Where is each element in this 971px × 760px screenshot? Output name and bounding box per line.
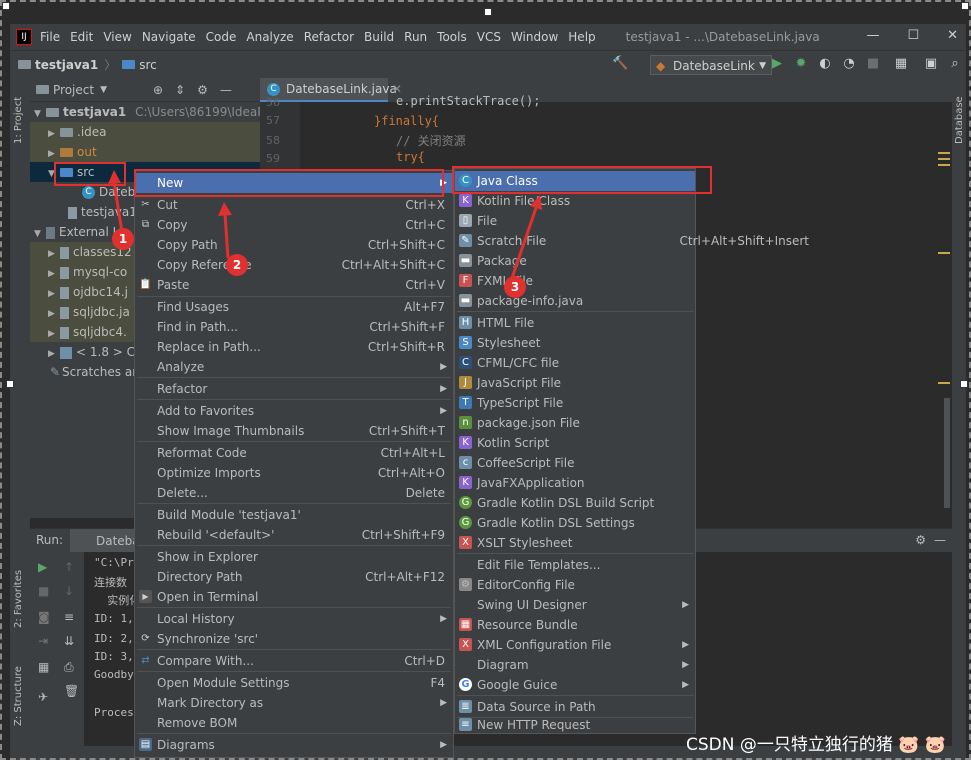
annotation-arrows — [108, 170, 542, 279]
resize-handle[interactable] — [961, 2, 969, 10]
annotation-arrow — [510, 207, 538, 279]
annotation-arrow — [112, 181, 124, 233]
resize-handle[interactable] — [960, 380, 968, 388]
annotation-arrow — [223, 213, 230, 259]
resize-handle[interactable] — [2, 2, 10, 10]
resize-handle[interactable] — [484, 8, 492, 16]
annotation-arrow-head — [530, 195, 542, 210]
step-badge-1: 1 — [112, 228, 134, 250]
annotation-arrow-head — [108, 170, 121, 184]
resize-handle[interactable] — [6, 380, 14, 388]
step-badge-2: 2 — [226, 254, 248, 276]
step-badge-3: 3 — [504, 276, 526, 298]
watermark: CSDN @一只特立独行的猪 🐷 🐷 — [686, 735, 947, 755]
annotation-arrow-head — [218, 202, 232, 216]
